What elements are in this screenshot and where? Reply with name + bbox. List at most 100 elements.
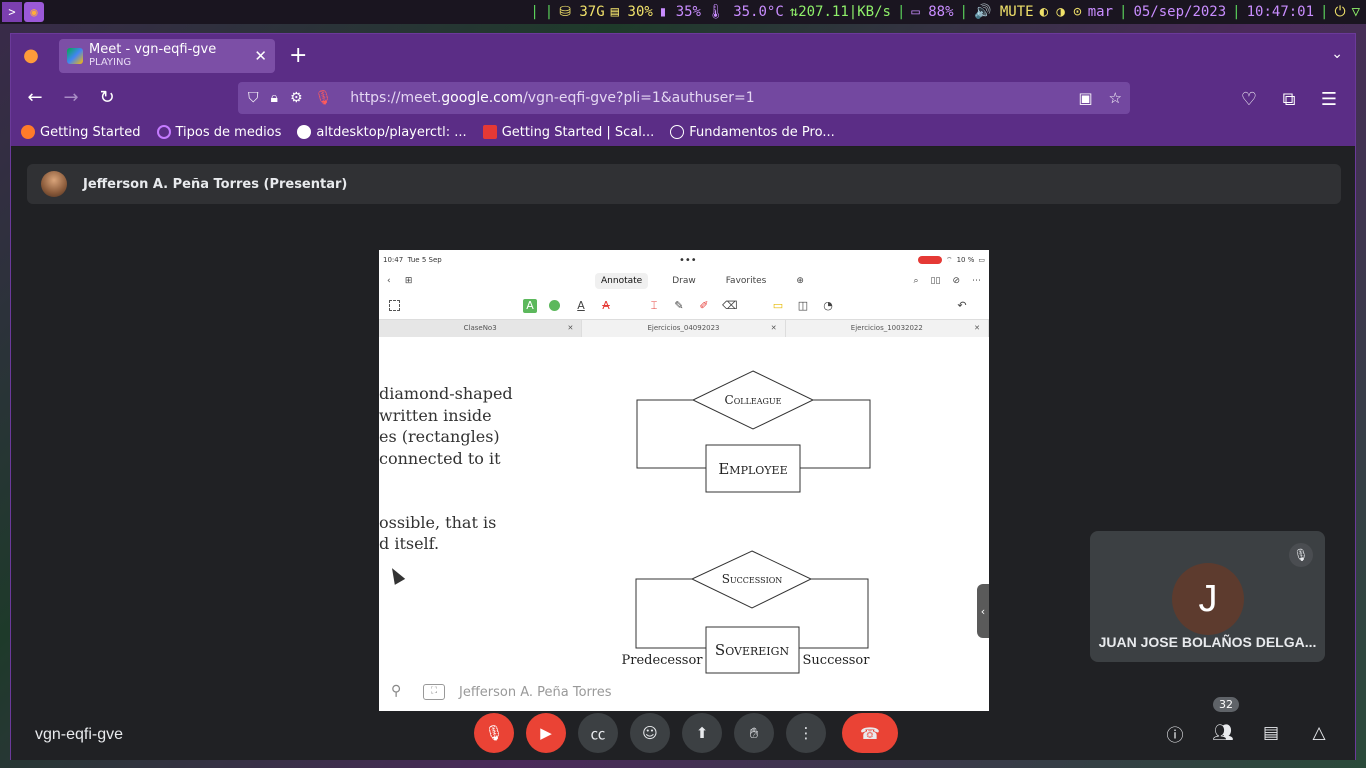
day-indicator: mar xyxy=(1087,4,1114,20)
connector-line xyxy=(636,399,706,469)
role-label: Successor xyxy=(803,653,871,668)
bookmark-item[interactable]: altdesktop/playerctl: ... xyxy=(297,125,467,140)
github-icon xyxy=(297,125,312,139)
navigation-bar: ← → ↻ ⛉ 🔒︎ ⚙ 🎙︎ https://meet.google.com/… xyxy=(11,77,1355,118)
tab-title: Meet - vgn-eqfi-gve xyxy=(89,41,217,57)
menu-icon[interactable]: ☰ xyxy=(1311,81,1347,117)
text-strike-icon: A xyxy=(602,299,610,312)
relationship-label: Succession xyxy=(722,572,783,586)
extensions-icon[interactable]: ⧉ xyxy=(1271,81,1307,117)
forward-button[interactable]: → xyxy=(53,80,89,116)
bookmark-item[interactable]: Getting Started xyxy=(21,125,141,140)
share-owner-name: Jefferson A. Peña Torres xyxy=(459,684,612,700)
picture-in-picture-icon[interactable]: ▣ xyxy=(1078,89,1092,107)
power-icon[interactable]: ⏻ xyxy=(1334,4,1345,20)
entity-label: Employee xyxy=(718,460,787,478)
participant-tile[interactable]: J 🎙︎ JUAN JOSE BOLAÑOS DELGA... xyxy=(1090,531,1325,662)
terminal-icon[interactable]: > xyxy=(2,2,22,22)
entity-label: Sovereign xyxy=(715,641,790,659)
reload-button[interactable]: ↻ xyxy=(89,80,125,116)
bookmark-item[interactable]: Fundamentos de Pro... xyxy=(670,125,835,140)
highlighter-icon: ✐ xyxy=(699,299,709,312)
connector-line xyxy=(799,578,869,649)
volume-indicator[interactable]: 🔊 MUTE xyxy=(974,4,1034,20)
text-color-icon: A xyxy=(577,299,585,312)
battery-icon: ▭ xyxy=(978,256,985,264)
mic-muted-icon: 🎙︎ xyxy=(1289,543,1313,567)
wifi-icon[interactable]: ▽ xyxy=(1352,4,1360,20)
text-highlight-icon: A xyxy=(523,299,537,313)
new-tab-button[interactable]: + xyxy=(289,43,307,68)
mic-off-button[interactable]: 🎙︎ xyxy=(474,713,514,753)
meeting-code: vgn-eqfi-gve xyxy=(35,726,124,743)
system-status-bar: > ◉ | | ⛁ 37G ▤ 30% ▮ 35% 🌡 35.0°C ⇅207.… xyxy=(0,0,1366,24)
present-button[interactable]: ⬆ xyxy=(682,713,722,753)
tray-icons[interactable]: ◐ ◑ ⊙ xyxy=(1040,4,1082,20)
disk-indicator: ⛁ 37G xyxy=(559,4,605,20)
tab-meet[interactable]: Meet - vgn-eqfi-gve PLAYING ✕ xyxy=(59,38,275,73)
meeting-info-button[interactable]: ⓘ xyxy=(1161,713,1189,753)
presenter-name: Jefferson A. Peña Torres (Presentar) xyxy=(83,176,348,192)
captions-button[interactable]: ㏄ xyxy=(578,713,618,753)
sidebar-handle[interactable]: ‹ xyxy=(977,584,989,638)
permissions-icon[interactable]: ⚙ xyxy=(290,90,303,106)
pen-icon: ✎ xyxy=(674,299,684,312)
presenter-bar: Jefferson A. Peña Torres (Presentar) xyxy=(27,164,1341,204)
eraser-icon: ⌫ xyxy=(722,299,738,312)
connector-line xyxy=(800,399,871,469)
bookmark-item[interactable]: Tipos de medios xyxy=(156,125,281,140)
raise-hand-button[interactable]: ✋︎ xyxy=(734,713,774,753)
firefox-icon xyxy=(21,125,35,139)
add-icon: ⊕ xyxy=(796,276,804,286)
recording-indicator xyxy=(917,256,942,264)
tab-bar: ● Meet - vgn-eqfi-gve PLAYING ✕ + ⌄ xyxy=(11,34,1355,77)
mode-draw: Draw xyxy=(672,276,696,286)
lock-icon[interactable]: 🔒︎ xyxy=(271,90,278,106)
emoji-button[interactable]: ☺ xyxy=(630,713,670,753)
bookmark-star-icon[interactable]: ☆ xyxy=(1109,89,1122,107)
camera-off-button[interactable]: ▶ xyxy=(526,713,566,753)
more-dots-icon: ••• xyxy=(679,254,697,266)
more-options-button[interactable]: ⋮ xyxy=(786,713,826,753)
search-icon: ⌕ xyxy=(913,276,919,286)
document-tabs: ClaseNo3 ✕ Ejercicios_04092023 ✕ Ejercicio… xyxy=(379,320,989,337)
pocket-icon[interactable]: ♡ xyxy=(1231,81,1267,117)
fullscreen-icon[interactable]: ⛶ xyxy=(423,684,445,700)
text-box-icon: ⌶ xyxy=(650,299,658,312)
close-tab-icon[interactable]: ✕ xyxy=(254,47,267,65)
participant-avatar: J xyxy=(1172,563,1244,635)
leave-call-button[interactable]: ☎ xyxy=(842,713,898,753)
screen-share[interactable]: 10:47 Tue 5 Sep ••• ⌔ 10 % ▭ ‹ ⊞ Annotat… xyxy=(379,250,989,711)
battery-indicator: ▭ 88% xyxy=(911,4,954,20)
call-controls: 🎙︎ ▶ ㏄ ☺ ⬆ ✋︎ ⋮ ☎ xyxy=(474,713,898,753)
microphone-icon[interactable]: 🎙︎ xyxy=(315,90,333,106)
participant-name: JUAN JOSE BOLAÑOS DELGA... xyxy=(1098,634,1317,650)
lasso-icon xyxy=(389,300,400,311)
firefox-icon[interactable]: ◉ xyxy=(24,2,44,22)
firefox-view-icon[interactable]: ● xyxy=(11,34,51,77)
back-button[interactable]: ← xyxy=(17,80,53,116)
connector-line xyxy=(635,578,706,649)
circle-icon xyxy=(156,125,171,139)
slide: diamond-shaped written inside es (rectan… xyxy=(379,337,989,711)
list-all-tabs-icon[interactable]: ⌄ xyxy=(1331,46,1343,62)
network-indicator: ⇅207.11|KB/s xyxy=(789,4,891,20)
url-bar[interactable]: ⛉ 🔒︎ ⚙ 🎙︎ https://meet.google.com/vgn-eq… xyxy=(238,82,1130,114)
chat-button[interactable]: ▤ xyxy=(1257,713,1285,753)
meet-content: Jefferson A. Peña Torres (Presentar) 10:… xyxy=(11,147,1355,760)
url-text[interactable]: https://meet.google.com/vgn-eqfi-gve?pli… xyxy=(350,90,754,106)
people-button[interactable]: 32 👥︎ xyxy=(1209,697,1239,753)
share-footer: ⚲ ⛶ Jefferson A. Peña Torres xyxy=(391,683,612,701)
activities-button[interactable]: △ xyxy=(1305,713,1333,753)
bookmark-item[interactable]: Getting Started | Scal... xyxy=(482,125,654,140)
doc-tab: Ejercicios_10032022 ✕ xyxy=(786,320,989,337)
pin-icon[interactable]: ⚲ xyxy=(391,683,409,701)
doc-tab: ClaseNo3 ✕ xyxy=(379,320,583,337)
mode-annotate: Annotate xyxy=(595,273,649,289)
cpu-indicator: ▤ 30% xyxy=(610,4,653,20)
doc-tab: Ejercicios_04092023 ✕ xyxy=(582,320,786,337)
participant-count-badge: 32 xyxy=(1213,697,1239,712)
clock: 10:47:01 xyxy=(1246,4,1315,20)
browser-window: ● Meet - vgn-eqfi-gve PLAYING ✕ + ⌄ ← → … xyxy=(10,33,1356,760)
tracking-shield-icon[interactable]: ⛉ xyxy=(248,90,259,106)
